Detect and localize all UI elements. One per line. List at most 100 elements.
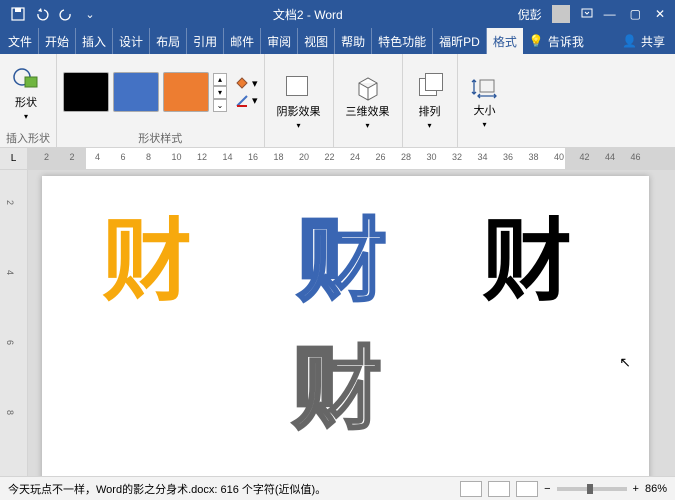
chevron-down-icon: ▾ bbox=[428, 121, 432, 130]
shadow-button[interactable]: 阴影效果▾ bbox=[271, 71, 327, 132]
ruler-tick: 2 bbox=[44, 152, 49, 162]
status-bar: 今天玩点不一样，Word的影之分身术.docx: 616 个字符(近似值)。 −… bbox=[0, 476, 675, 500]
ruler-tick: 28 bbox=[401, 152, 411, 162]
chevron-down-icon: ▾ bbox=[366, 121, 370, 130]
ruler-tick: 16 bbox=[248, 152, 258, 162]
minimize-icon[interactable]: — bbox=[604, 7, 616, 21]
bulb-icon: 💡 bbox=[529, 34, 544, 48]
tab-insert[interactable]: 插入 bbox=[76, 28, 113, 54]
ruler-tick: 12 bbox=[197, 152, 207, 162]
user-name: 倪彭 bbox=[518, 6, 542, 23]
zoom-slider[interactable] bbox=[557, 487, 627, 491]
group-insert-shapes: 形状 ▾ 插入形状 bbox=[0, 54, 57, 147]
ribbon-options-icon[interactable] bbox=[580, 6, 594, 23]
ruler-tick: 30 bbox=[427, 152, 437, 162]
vertical-ruler[interactable]: 2 4 6 8 bbox=[0, 170, 28, 476]
horizontal-ruler[interactable]: L 22468101214161820222426283032343638404… bbox=[0, 148, 675, 170]
style-black[interactable] bbox=[63, 72, 109, 112]
tab-view[interactable]: 视图 bbox=[298, 28, 335, 54]
ruler-tick: 20 bbox=[299, 152, 309, 162]
share-button[interactable]: 👤共享 bbox=[622, 33, 665, 50]
redo-icon[interactable] bbox=[58, 6, 74, 22]
chevron-down-icon: ▾ bbox=[24, 112, 28, 121]
ruler-tick: 14 bbox=[223, 152, 233, 162]
style-gallery[interactable]: ▴ ▾ ⌄ bbox=[63, 72, 227, 112]
tab-format[interactable]: 格式 bbox=[487, 28, 523, 54]
ruler-tick: 2 bbox=[70, 152, 75, 162]
undo-icon[interactable] bbox=[34, 6, 50, 22]
size-icon bbox=[470, 74, 500, 100]
close-icon[interactable]: ✕ bbox=[655, 7, 665, 21]
ruler-tick: 24 bbox=[350, 152, 360, 162]
tab-references[interactable]: 引用 bbox=[187, 28, 224, 54]
group-shadow: 阴影效果▾ bbox=[265, 54, 334, 147]
save-icon[interactable] bbox=[10, 6, 26, 22]
vruler-tick: 2 bbox=[5, 200, 15, 205]
shape-fill-button[interactable]: ▾ bbox=[235, 77, 258, 91]
view-web-button[interactable] bbox=[516, 481, 538, 497]
zoom-out-button[interactable]: − bbox=[544, 483, 550, 495]
view-read-button[interactable] bbox=[460, 481, 482, 497]
group-size: 大小▾ bbox=[458, 54, 512, 147]
window-title: 文档2 - Word bbox=[98, 6, 518, 23]
gallery-down-icon[interactable]: ▾ bbox=[213, 86, 227, 99]
style-blue[interactable] bbox=[113, 72, 159, 112]
qat-more-icon[interactable]: ⌄ bbox=[82, 6, 98, 22]
chevron-down-icon: ▾ bbox=[483, 120, 487, 129]
ruler-tick: 26 bbox=[376, 152, 386, 162]
wordart-gray-outline[interactable]: 财 bbox=[292, 316, 382, 446]
ruler-tick: 36 bbox=[503, 152, 513, 162]
ribbon-tabs: 文件 开始 插入 设计 布局 引用 邮件 审阅 视图 帮助 特色功能 福昕PD … bbox=[0, 28, 675, 54]
group-label: 插入形状 bbox=[6, 128, 50, 146]
shapes-icon bbox=[12, 64, 40, 92]
ruler-tick: 18 bbox=[274, 152, 284, 162]
maximize-icon[interactable]: ▢ bbox=[630, 7, 641, 21]
group-label: 形状样式 bbox=[63, 128, 258, 146]
threed-button[interactable]: 三维效果▾ bbox=[340, 71, 396, 132]
shapes-button[interactable]: 形状 ▾ bbox=[6, 62, 46, 123]
share-icon: 👤 bbox=[622, 34, 637, 48]
style-orange[interactable] bbox=[163, 72, 209, 112]
group-3d: 三维效果▾ bbox=[334, 54, 403, 147]
ruler-tick: 34 bbox=[478, 152, 488, 162]
view-print-button[interactable] bbox=[488, 481, 510, 497]
ruler-tick: 44 bbox=[605, 152, 615, 162]
quick-access-toolbar: ⌄ bbox=[10, 6, 98, 22]
ribbon: 形状 ▾ 插入形状 ▴ ▾ ⌄ ▾ ▾ 形状样式 阴影 bbox=[0, 54, 675, 148]
tab-special[interactable]: 特色功能 bbox=[372, 28, 433, 54]
vruler-tick: 8 bbox=[5, 410, 15, 415]
ruler-tick: 46 bbox=[631, 152, 641, 162]
tab-design[interactable]: 设计 bbox=[113, 28, 150, 54]
ruler-tick: 6 bbox=[121, 152, 126, 162]
zoom-in-button[interactable]: + bbox=[633, 483, 639, 495]
ruler-tick: 40 bbox=[554, 152, 564, 162]
gallery-more-icon[interactable]: ⌄ bbox=[213, 99, 227, 112]
shape-outline-button[interactable]: ▾ bbox=[235, 94, 258, 108]
wordart-gold[interactable]: 财 bbox=[102, 188, 192, 318]
page[interactable]: 财 财 财 财 bbox=[42, 176, 649, 476]
ruler-tick: 4 bbox=[95, 152, 100, 162]
avatar[interactable] bbox=[552, 5, 570, 23]
cursor-icon: ↖ bbox=[619, 354, 631, 371]
tell-me[interactable]: 💡告诉我 bbox=[529, 33, 584, 50]
title-bar: ⌄ 文档2 - Word 倪彭 — ▢ ✕ bbox=[0, 0, 675, 28]
zoom-level[interactable]: 86% bbox=[645, 483, 667, 495]
tab-review[interactable]: 审阅 bbox=[261, 28, 298, 54]
arrange-button[interactable]: 排列▾ bbox=[409, 71, 451, 132]
size-button[interactable]: 大小▾ bbox=[464, 72, 506, 131]
wordart-blue-outline[interactable]: 财 bbox=[297, 188, 387, 318]
wordart-black[interactable]: 财 bbox=[482, 188, 572, 318]
ruler-corner: L bbox=[0, 148, 28, 169]
tab-layout[interactable]: 布局 bbox=[150, 28, 187, 54]
tab-help[interactable]: 帮助 bbox=[335, 28, 372, 54]
tab-foxit[interactable]: 福昕PD bbox=[433, 28, 487, 54]
gallery-up-icon[interactable]: ▴ bbox=[213, 73, 227, 86]
document-area[interactable]: 财 财 财 财 ↖ bbox=[28, 170, 675, 476]
vruler-tick: 4 bbox=[5, 270, 15, 275]
tab-mailings[interactable]: 邮件 bbox=[224, 28, 261, 54]
tab-home[interactable]: 开始 bbox=[39, 28, 76, 54]
tab-file[interactable]: 文件 bbox=[2, 28, 39, 54]
vruler-tick: 6 bbox=[5, 340, 15, 345]
cube-icon bbox=[353, 73, 383, 101]
group-shape-styles: ▴ ▾ ⌄ ▾ ▾ 形状样式 bbox=[57, 54, 265, 147]
